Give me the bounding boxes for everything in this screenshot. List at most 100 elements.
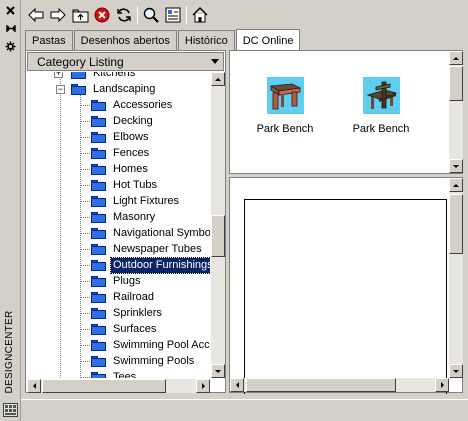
tree-item[interactable]: Light Fixtures — [80, 193, 181, 209]
tree-item-label: Railroad — [113, 290, 154, 303]
back-icon[interactable] — [25, 4, 47, 26]
scroll-right-button[interactable] — [196, 379, 210, 393]
tree-item-partial[interactable]: + Kitchens — [54, 72, 137, 81]
tree-item-label: Landscaping — [93, 82, 156, 95]
tree-item[interactable]: Surfaces — [80, 321, 158, 337]
scroll-down-button[interactable] — [449, 364, 463, 378]
folder-icon — [91, 243, 107, 255]
forward-icon[interactable] — [47, 4, 69, 26]
up-icon[interactable] — [69, 4, 91, 26]
tree-item[interactable]: Accessories — [80, 97, 174, 113]
tab-pastas[interactable]: Pastas — [25, 30, 73, 50]
tree-item-label: Decking — [113, 114, 153, 127]
tree-item[interactable]: Tees — [80, 369, 138, 378]
tree-item[interactable]: Masonry — [80, 209, 157, 225]
tree-item-outdoor-furnishings[interactable]: Outdoor Furnishings — [80, 256, 210, 274]
tree-item[interactable]: Navigational Symbol — [80, 225, 210, 241]
folder-icon — [91, 291, 107, 303]
scroll-right-button[interactable] — [435, 378, 449, 392]
tree-item-label: Fences — [113, 146, 150, 159]
tree-item-label: Plugs — [113, 274, 141, 287]
tree-item[interactable]: Elbows — [80, 129, 150, 145]
tree-item-landscaping[interactable]: Landscaping — [55, 81, 157, 97]
category-dropdown[interactable]: Category Listing — [27, 52, 224, 71]
tab-historico[interactable]: Histórico — [177, 30, 235, 50]
tree-item[interactable]: Plugs — [80, 273, 143, 289]
tree-item-label: Light Fixtures — [113, 194, 180, 207]
preview-area — [229, 177, 463, 394]
folder-icon — [91, 179, 107, 191]
scroll-thumb[interactable] — [42, 379, 166, 393]
tree-item-label: Hot Tubs — [113, 178, 158, 191]
scroll-thumb[interactable] — [246, 378, 396, 392]
scroll-thumb[interactable] — [449, 194, 463, 254]
tree-item-label: Homes — [113, 162, 148, 175]
scroll-up-button[interactable] — [449, 51, 463, 65]
tree-expand-icon[interactable]: + — [54, 72, 63, 78]
tab-dc-online[interactable]: DC Online — [235, 29, 301, 51]
preview-horizontal-scrollbar[interactable] — [230, 378, 449, 392]
palette-title: DESIGNCENTER — [4, 310, 15, 394]
tree-item-label: Tees — [113, 370, 137, 379]
tree-item[interactable]: Decking — [80, 113, 155, 129]
item-label: Park Bench — [352, 123, 410, 135]
tree-item-label: Swimming Pools — [113, 354, 195, 367]
park-bench-thumbnail — [266, 77, 304, 114]
scroll-down-button[interactable] — [211, 364, 225, 378]
tree-guide-line — [60, 86, 61, 378]
stop-icon[interactable] — [91, 4, 113, 26]
tree-collapse-icon[interactable]: − — [56, 85, 65, 94]
tree-item-label: Masonry — [113, 210, 156, 223]
tree-item-label: Kitchens — [93, 72, 136, 79]
scroll-down-button[interactable] — [449, 159, 463, 173]
tree-item-label: Outdoor Furnishings — [110, 256, 210, 274]
favorites-icon[interactable] — [162, 4, 184, 26]
folder-icon — [91, 355, 107, 367]
preview-frame — [244, 199, 447, 394]
tree-item-label: Accessories — [113, 98, 173, 111]
tree-item-label: Navigational Symbol — [113, 226, 210, 239]
tree-item-label: Swimming Pool Acces — [113, 338, 210, 351]
tree-item[interactable]: Railroad — [80, 289, 156, 305]
folder-icon — [91, 259, 107, 271]
tree-item[interactable]: Newspaper Tubes — [80, 241, 204, 257]
chevron-down-icon[interactable] — [211, 59, 219, 64]
tree-horizontal-scrollbar[interactable] — [27, 379, 210, 393]
tab-desenhos-abertos[interactable]: Desenhos abertos — [73, 30, 177, 50]
folder-icon — [91, 227, 107, 239]
status-bar — [21, 399, 468, 421]
tree-item-label: Surfaces — [113, 322, 157, 335]
scroll-up-button[interactable] — [211, 72, 225, 86]
scroll-thumb[interactable] — [211, 215, 225, 257]
scroll-left-button[interactable] — [230, 378, 244, 392]
folder-icon — [71, 83, 87, 95]
preview-vertical-scrollbar[interactable] — [449, 178, 463, 378]
folder-icon — [91, 131, 107, 143]
tree-vertical-scrollbar[interactable] — [211, 72, 225, 378]
content-item[interactable]: Park Bench — [341, 77, 421, 135]
tree-item-label: Sprinklers — [113, 306, 162, 319]
toolbar — [25, 4, 211, 26]
autohide-icon[interactable] — [4, 22, 17, 35]
properties-icon[interactable] — [4, 40, 17, 53]
scroll-up-button[interactable] — [449, 178, 463, 192]
tree-item[interactable]: Swimming Pool Acces — [80, 337, 210, 353]
content-item[interactable]: Park Bench — [245, 77, 325, 135]
tree-item[interactable]: Fences — [80, 145, 151, 161]
home-icon[interactable] — [189, 4, 211, 26]
tree-item[interactable]: Sprinklers — [80, 305, 164, 321]
tree-item[interactable]: Homes — [80, 161, 150, 177]
close-icon[interactable] — [4, 4, 17, 17]
tree-panel: Category Listing + Kitchens Landscaping … — [25, 50, 226, 393]
reload-icon[interactable] — [113, 4, 135, 26]
folder-icon — [91, 211, 107, 223]
tree-item[interactable]: Hot Tubs — [80, 177, 159, 193]
tree-item-label: Newspaper Tubes — [113, 242, 202, 255]
folder-icon — [91, 163, 107, 175]
scroll-left-button[interactable] — [27, 379, 41, 393]
scroll-thumb[interactable] — [449, 66, 463, 101]
search-icon[interactable] — [140, 4, 162, 26]
content-vertical-scrollbar[interactable] — [449, 51, 463, 173]
palette-sidebar: DESIGNCENTER — [0, 0, 21, 421]
tree-item[interactable]: Swimming Pools — [80, 353, 196, 369]
